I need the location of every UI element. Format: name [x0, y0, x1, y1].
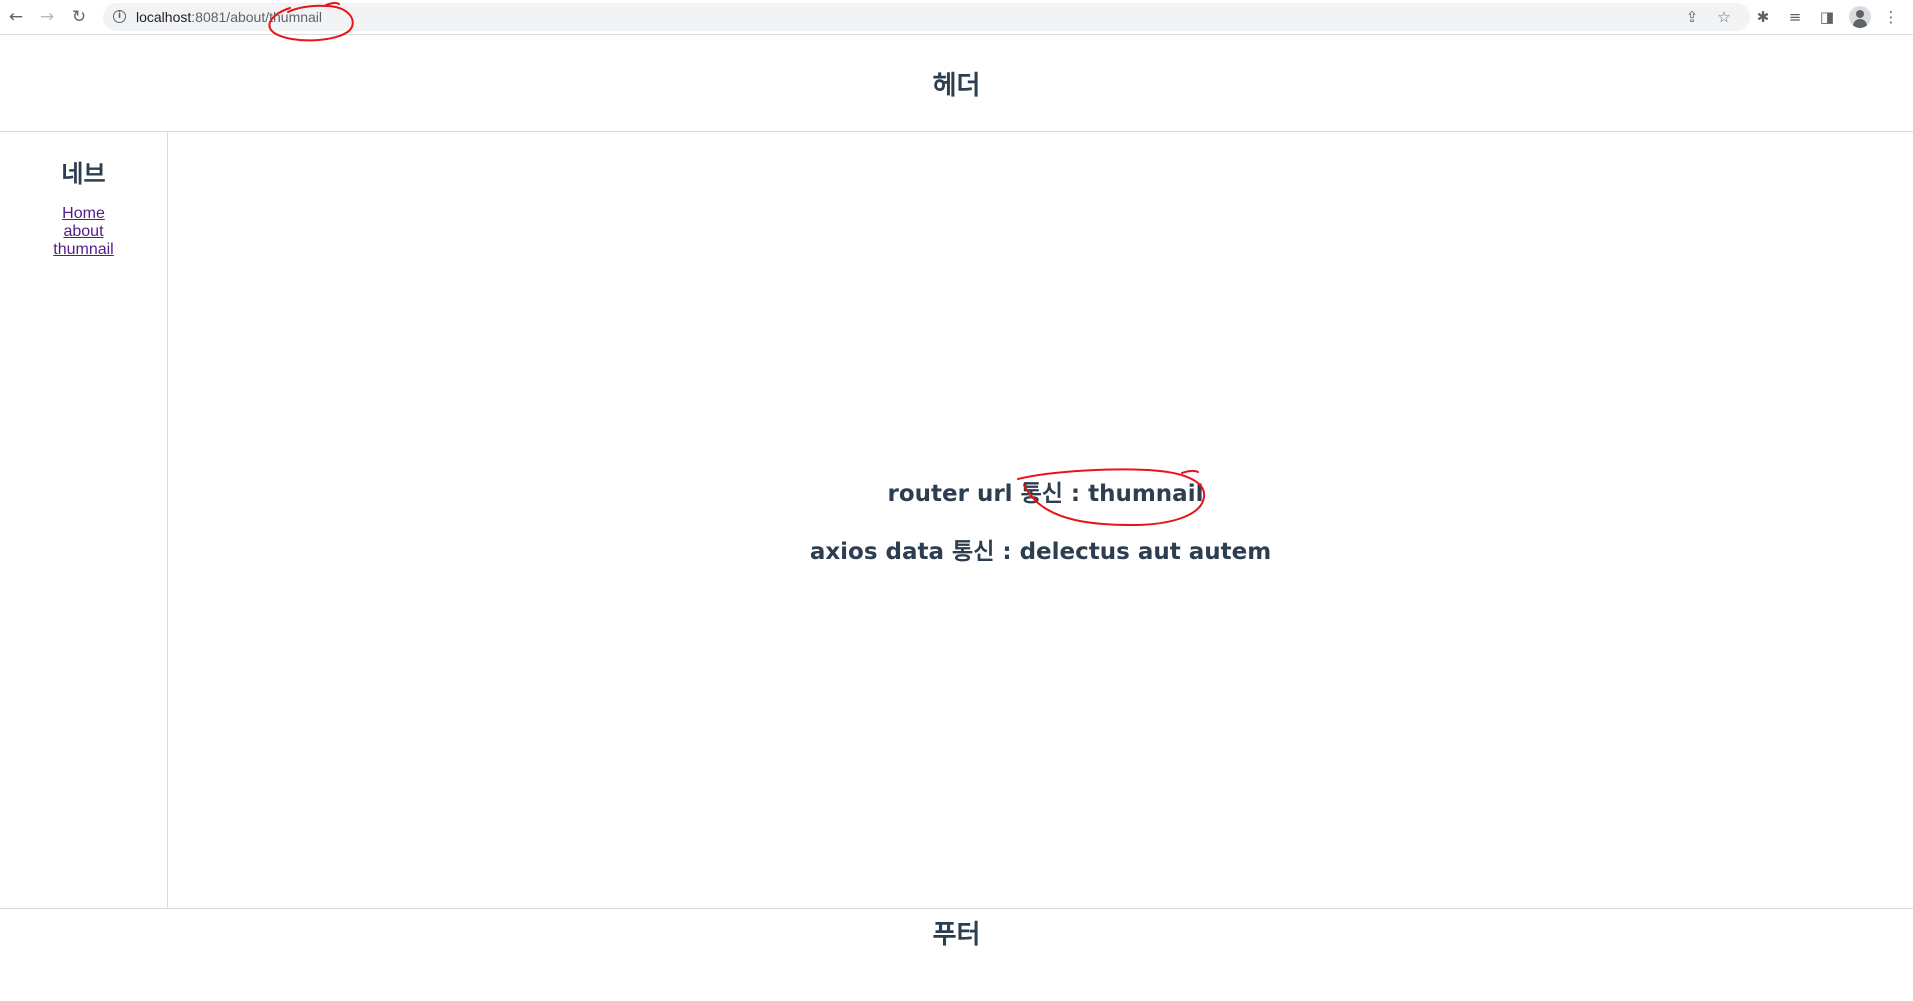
back-arrow-icon[interactable]: ← — [5, 6, 27, 28]
browser-menu-icon[interactable]: ⋮ — [1880, 6, 1902, 28]
url-text[interactable]: localhost:8081/about/thumnail — [136, 3, 322, 31]
forward-arrow-icon[interactable]: → — [36, 6, 58, 28]
url-host: localhost — [136, 9, 192, 25]
footer-title: 푸터 — [932, 920, 981, 950]
profile-shoulders — [1853, 19, 1867, 28]
nav-link-home[interactable]: Home — [0, 205, 167, 223]
axios-data-text: axios data 통신 : delectus aut autem — [809, 539, 1272, 565]
sidebar-nav: 네브 Home about thumnail — [0, 132, 168, 908]
profile-avatar-icon[interactable] — [1849, 6, 1871, 28]
router-url-text: router url 통신 : thumnail — [887, 481, 1204, 507]
main-content: router url 통신 : thumnail axios data 통신 :… — [168, 132, 1913, 908]
nav-links: Home about thumnail — [0, 205, 167, 259]
bookmark-star-icon[interactable]: ☆ — [1713, 6, 1735, 28]
site-info-icon[interactable]: i — [113, 10, 126, 23]
page-header: 헤더 — [0, 35, 1913, 132]
header-title: 헤더 — [932, 70, 981, 101]
media-control-icon[interactable]: ≡ — [1784, 6, 1806, 28]
side-panel-icon[interactable]: ◨ — [1816, 6, 1838, 28]
url-path: :8081/about/thumnail — [191, 9, 323, 25]
nav-link-about[interactable]: about — [0, 223, 167, 241]
extensions-puzzle-icon[interactable]: ✱ — [1752, 6, 1774, 28]
nav-link-thumnail[interactable]: thumnail — [0, 241, 167, 259]
page-footer: 푸터 — [0, 908, 1913, 1001]
address-bar[interactable]: i localhost:8081/about/thumnail ⇪ ☆ — [103, 3, 1750, 31]
reload-icon[interactable]: ↻ — [68, 6, 90, 28]
share-icon[interactable]: ⇪ — [1681, 6, 1703, 28]
browser-toolbar: ← → ↻ i localhost:8081/about/thumnail ⇪ … — [0, 0, 1913, 35]
profile-head — [1856, 10, 1864, 18]
nav-title: 네브 — [61, 160, 106, 188]
